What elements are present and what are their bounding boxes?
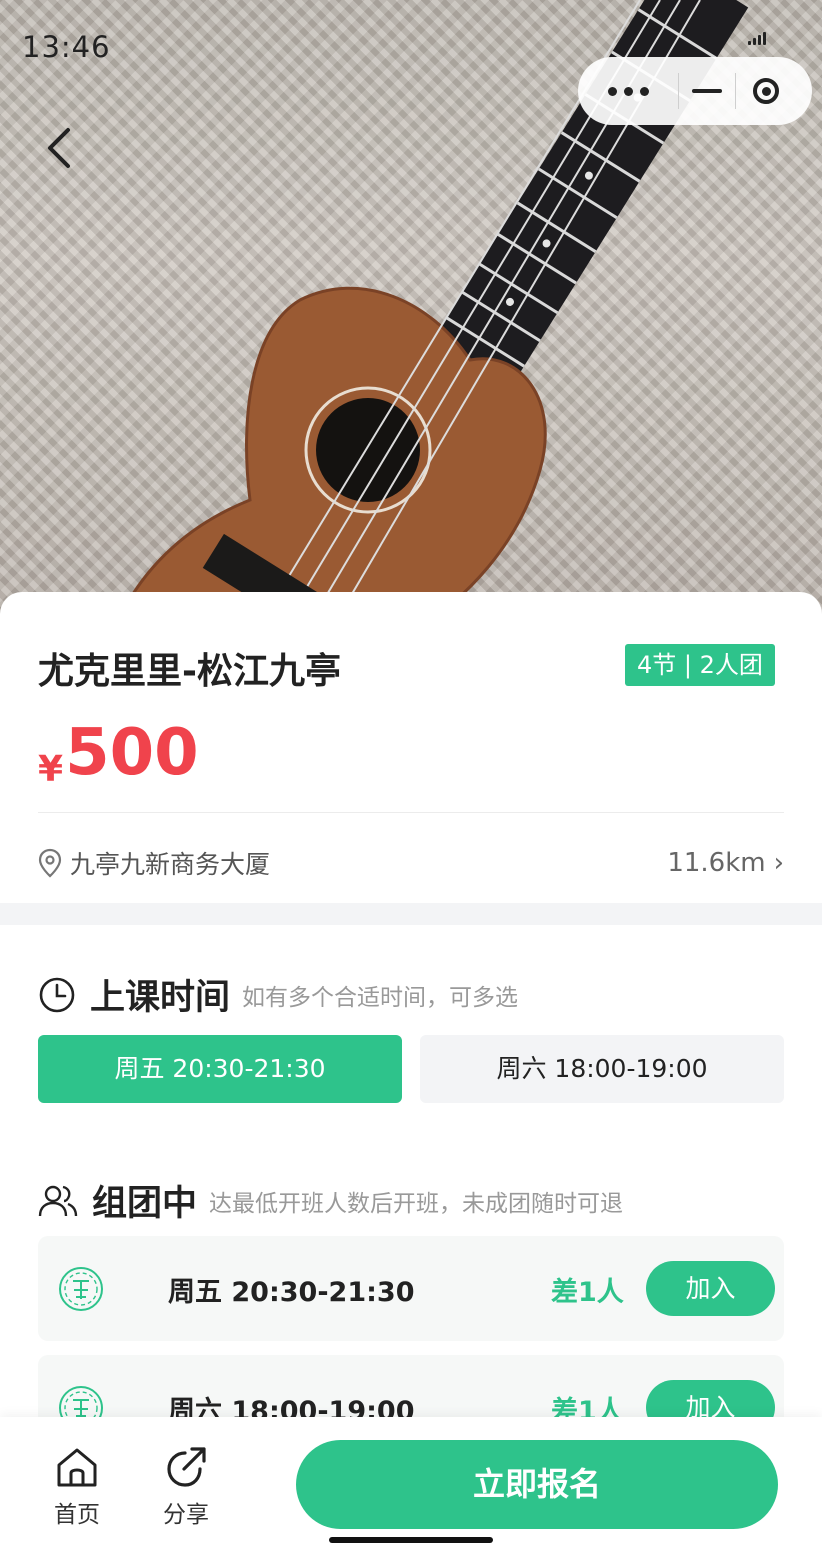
location-distance: 11.6km [667, 848, 766, 878]
mini-program-capsule [578, 57, 812, 125]
time-slot-option[interactable]: 周五 20:30-21:30 [38, 1035, 402, 1103]
course-info-card: 尤克里里-松江九亭 4节 | 2人团 ¥500 九亭九新商务大厦 11.6km … [0, 592, 822, 903]
close-button[interactable] [736, 57, 796, 125]
back-button[interactable] [40, 120, 80, 176]
schedule-title: 上课时间 [90, 978, 231, 1018]
schedule-header: 上课时间 如有多个合适时间，可多选 [38, 969, 518, 1020]
home-indicator [329, 1537, 493, 1543]
divider [38, 812, 784, 813]
currency-symbol: ¥ [38, 749, 64, 790]
location-pin-icon [38, 848, 62, 878]
groups-hint: 达最低开班人数后开班，未成团随时可退 [209, 1190, 624, 1217]
group-item: 周五 20:30-21:30 差1人 加入 [38, 1236, 784, 1341]
minimize-button[interactable] [679, 57, 735, 125]
minimize-icon [692, 89, 722, 93]
hero-image: 13:46 [0, 0, 822, 640]
nav-home-label: 首页 [54, 1502, 100, 1528]
join-button[interactable]: 加入 [646, 1261, 775, 1316]
group-need: 差1人 [551, 1277, 624, 1308]
chevron-right-icon: › [773, 848, 784, 878]
chevron-left-icon [48, 128, 70, 168]
users-icon [38, 1185, 78, 1216]
nav-share-label: 分享 [163, 1502, 209, 1528]
location-row[interactable]: 九亭九新商务大厦 11.6km › [38, 842, 784, 884]
schedule-hint: 如有多个合适时间，可多选 [242, 984, 519, 1011]
signup-now-button[interactable]: 立即报名 [296, 1440, 778, 1529]
course-tag-badge: 4节 | 2人团 [625, 644, 775, 686]
nav-share[interactable]: 分享 [146, 1445, 226, 1529]
group-logo-icon [59, 1267, 103, 1311]
nav-home[interactable]: 首页 [37, 1445, 117, 1529]
groups-header: 组团中 达最低开班人数后开班，未成团随时可退 [38, 1175, 623, 1226]
status-time: 13:46 [22, 30, 111, 64]
group-time: 周五 20:30-21:30 [168, 1277, 415, 1308]
course-title: 尤克里里-松江九亭 [38, 651, 341, 692]
bottom-action-bar: 首页 分享 立即报名 [0, 1417, 822, 1550]
time-slot-option[interactable]: 周六 18:00-19:00 [420, 1035, 784, 1103]
more-dots-icon [607, 86, 617, 96]
price-value: 500 [65, 716, 199, 790]
groups-title: 组团中 [92, 1184, 198, 1224]
share-icon [167, 1447, 206, 1487]
location-name: 九亭九新商务大厦 [70, 850, 271, 879]
signal-icon [748, 30, 770, 45]
more-button[interactable] [578, 57, 678, 125]
close-target-icon [753, 78, 779, 104]
clock-icon [39, 977, 75, 1012]
home-icon [57, 1448, 97, 1487]
price: ¥500 [38, 716, 199, 790]
